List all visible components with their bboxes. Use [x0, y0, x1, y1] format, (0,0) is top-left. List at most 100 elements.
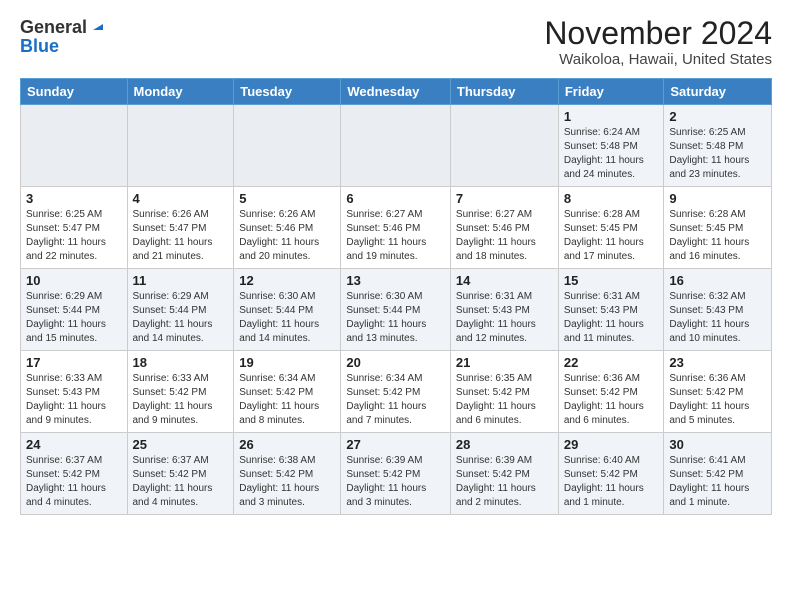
calendar-cell: 7 Sunrise: 6:27 AM Sunset: 5:46 PM Daylig…	[450, 187, 558, 269]
day-number: 22	[564, 355, 659, 370]
month-title: November 2024	[544, 16, 772, 51]
day-info: Sunrise: 6:27 AM Sunset: 5:46 PM Dayligh…	[456, 208, 553, 264]
day-info: Sunrise: 6:37 AM Sunset: 5:42 PM Dayligh…	[26, 454, 122, 510]
calendar-cell: 17 Sunrise: 6:33 AM Sunset: 5:43 PM Dayli…	[21, 351, 128, 433]
weekday-header: Tuesday	[234, 79, 341, 105]
day-number: 7	[456, 191, 553, 206]
calendar-cell: 13 Sunrise: 6:30 AM Sunset: 5:44 PM Dayli…	[341, 269, 451, 351]
day-number: 26	[239, 437, 335, 452]
calendar-cell: 20Sunrise: 6:34 AM Sunset: 5:42 PM Dayli…	[341, 351, 451, 433]
day-info: Sunrise: 6:40 AM Sunset: 5:42 PM Dayligh…	[564, 454, 659, 510]
day-number: 11	[133, 273, 229, 288]
day-number: 19	[239, 355, 335, 370]
day-number: 30	[669, 437, 766, 452]
calendar-week-row: 3Sunrise: 6:25 AM Sunset: 5:47 PM Daylig…	[21, 187, 772, 269]
calendar-cell: 8 Sunrise: 6:28 AM Sunset: 5:45 PM Daylig…	[558, 187, 664, 269]
day-info: Sunrise: 6:27 AM Sunset: 5:46 PM Dayligh…	[346, 208, 445, 264]
day-info: Sunrise: 6:24 AM Sunset: 5:48 PM Dayligh…	[564, 126, 659, 182]
day-number: 28	[456, 437, 553, 452]
day-info: Sunrise: 6:29 AM Sunset: 5:44 PM Dayligh…	[133, 290, 229, 346]
day-info: Sunrise: 6:37 AM Sunset: 5:42 PM Dayligh…	[133, 454, 229, 510]
day-info: Sunrise: 6:36 AM Sunset: 5:42 PM Dayligh…	[564, 372, 659, 428]
day-info: Sunrise: 6:39 AM Sunset: 5:42 PM Dayligh…	[456, 454, 553, 510]
calendar-week-row: 10 Sunrise: 6:29 AM Sunset: 5:44 PM Dayli…	[21, 269, 772, 351]
calendar-cell: 26 Sunrise: 6:38 AM Sunset: 5:42 PM Dayli…	[234, 433, 341, 515]
day-number: 9	[669, 191, 766, 206]
calendar-cell: 30 Sunrise: 6:41 AM Sunset: 5:42 PM Dayli…	[664, 433, 772, 515]
calendar-cell	[127, 105, 234, 187]
calendar-cell: 22 Sunrise: 6:36 AM Sunset: 5:42 PM Dayli…	[558, 351, 664, 433]
day-number: 18	[133, 355, 229, 370]
calendar-cell: 3Sunrise: 6:25 AM Sunset: 5:47 PM Daylig…	[21, 187, 128, 269]
day-number: 3	[26, 191, 122, 206]
day-info: Sunrise: 6:28 AM Sunset: 5:45 PM Dayligh…	[564, 208, 659, 264]
day-number: 16	[669, 273, 766, 288]
day-info: Sunrise: 6:33 AM Sunset: 5:43 PM Dayligh…	[26, 372, 122, 428]
page: General Blue November 2024 Waikoloa, Haw…	[0, 0, 792, 531]
calendar-cell: 27 Sunrise: 6:39 AM Sunset: 5:42 PM Dayli…	[341, 433, 451, 515]
day-number: 27	[346, 437, 445, 452]
logo-general-text: General	[20, 18, 87, 36]
calendar-cell: 18 Sunrise: 6:33 AM Sunset: 5:42 PM Dayli…	[127, 351, 234, 433]
day-info: Sunrise: 6:34 AM Sunset: 5:42 PM Dayligh…	[239, 372, 335, 428]
day-number: 8	[564, 191, 659, 206]
day-number: 10	[26, 273, 122, 288]
day-number: 15	[564, 273, 659, 288]
weekday-header: Sunday	[21, 79, 128, 105]
weekday-header: Friday	[558, 79, 664, 105]
day-info: Sunrise: 6:25 AM Sunset: 5:48 PM Dayligh…	[669, 126, 766, 182]
calendar-cell	[450, 105, 558, 187]
weekday-header: Wednesday	[341, 79, 451, 105]
weekday-header: Thursday	[450, 79, 558, 105]
day-info: Sunrise: 6:28 AM Sunset: 5:45 PM Dayligh…	[669, 208, 766, 264]
calendar-cell: 5Sunrise: 6:26 AM Sunset: 5:46 PM Daylig…	[234, 187, 341, 269]
calendar-week-row: 24 Sunrise: 6:37 AM Sunset: 5:42 PM Dayli…	[21, 433, 772, 515]
day-number: 4	[133, 191, 229, 206]
calendar-cell: 1 Sunrise: 6:24 AM Sunset: 5:48 PM Daylig…	[558, 105, 664, 187]
calendar-cell: 29 Sunrise: 6:40 AM Sunset: 5:42 PM Dayli…	[558, 433, 664, 515]
day-info: Sunrise: 6:41 AM Sunset: 5:42 PM Dayligh…	[669, 454, 766, 510]
calendar-cell: 28 Sunrise: 6:39 AM Sunset: 5:42 PM Dayli…	[450, 433, 558, 515]
day-info: Sunrise: 6:26 AM Sunset: 5:47 PM Dayligh…	[133, 208, 229, 264]
logo-blue-text: Blue	[20, 37, 59, 55]
day-info: Sunrise: 6:30 AM Sunset: 5:44 PM Dayligh…	[346, 290, 445, 346]
logo: General Blue	[20, 16, 105, 55]
header: General Blue November 2024 Waikoloa, Haw…	[20, 16, 772, 68]
calendar-cell: 23Sunrise: 6:36 AM Sunset: 5:42 PM Dayli…	[664, 351, 772, 433]
day-info: Sunrise: 6:29 AM Sunset: 5:44 PM Dayligh…	[26, 290, 122, 346]
day-number: 13	[346, 273, 445, 288]
day-number: 12	[239, 273, 335, 288]
day-info: Sunrise: 6:34 AM Sunset: 5:42 PM Dayligh…	[346, 372, 445, 428]
day-number: 14	[456, 273, 553, 288]
day-info: Sunrise: 6:33 AM Sunset: 5:42 PM Dayligh…	[133, 372, 229, 428]
calendar-header-row: SundayMondayTuesdayWednesdayThursdayFrid…	[21, 79, 772, 105]
day-info: Sunrise: 6:31 AM Sunset: 5:43 PM Dayligh…	[456, 290, 553, 346]
day-number: 1	[564, 109, 659, 124]
day-info: Sunrise: 6:31 AM Sunset: 5:43 PM Dayligh…	[564, 290, 659, 346]
calendar-cell: 21Sunrise: 6:35 AM Sunset: 5:42 PM Dayli…	[450, 351, 558, 433]
calendar-cell: 25Sunrise: 6:37 AM Sunset: 5:42 PM Dayli…	[127, 433, 234, 515]
day-info: Sunrise: 6:38 AM Sunset: 5:42 PM Dayligh…	[239, 454, 335, 510]
calendar-week-row: 1 Sunrise: 6:24 AM Sunset: 5:48 PM Daylig…	[21, 105, 772, 187]
calendar-week-row: 17 Sunrise: 6:33 AM Sunset: 5:43 PM Dayli…	[21, 351, 772, 433]
title-area: November 2024 Waikoloa, Hawaii, United S…	[544, 16, 772, 68]
calendar-cell	[21, 105, 128, 187]
logo-triangle-icon	[89, 16, 105, 32]
day-number: 17	[26, 355, 122, 370]
day-number: 29	[564, 437, 659, 452]
calendar-cell: 15 Sunrise: 6:31 AM Sunset: 5:43 PM Dayli…	[558, 269, 664, 351]
calendar-cell	[341, 105, 451, 187]
day-info: Sunrise: 6:26 AM Sunset: 5:46 PM Dayligh…	[239, 208, 335, 264]
calendar-cell: 19 Sunrise: 6:34 AM Sunset: 5:42 PM Dayli…	[234, 351, 341, 433]
weekday-header: Monday	[127, 79, 234, 105]
day-number: 23	[669, 355, 766, 370]
calendar-cell: 16 Sunrise: 6:32 AM Sunset: 5:43 PM Dayli…	[664, 269, 772, 351]
day-info: Sunrise: 6:32 AM Sunset: 5:43 PM Dayligh…	[669, 290, 766, 346]
day-info: Sunrise: 6:39 AM Sunset: 5:42 PM Dayligh…	[346, 454, 445, 510]
day-number: 21	[456, 355, 553, 370]
calendar-cell	[234, 105, 341, 187]
calendar-cell: 14 Sunrise: 6:31 AM Sunset: 5:43 PM Dayli…	[450, 269, 558, 351]
calendar-cell: 11 Sunrise: 6:29 AM Sunset: 5:44 PM Dayli…	[127, 269, 234, 351]
day-number: 24	[26, 437, 122, 452]
calendar-cell: 12Sunrise: 6:30 AM Sunset: 5:44 PM Dayli…	[234, 269, 341, 351]
